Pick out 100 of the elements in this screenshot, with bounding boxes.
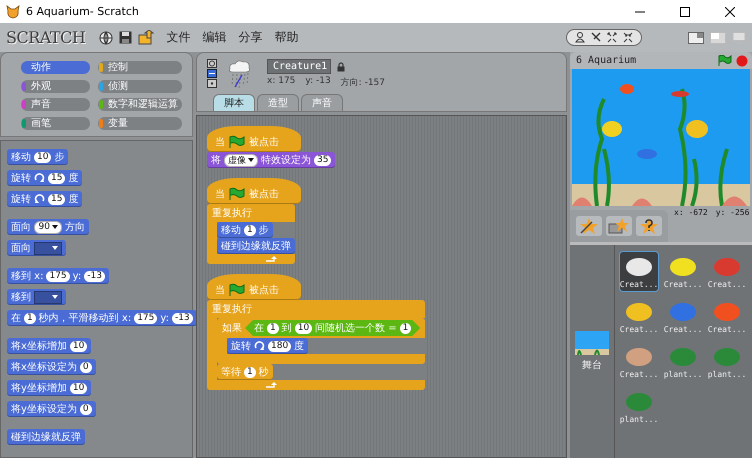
menu-item[interactable]: 分享 [238,29,262,46]
maximize-icon[interactable] [680,6,690,16]
code-block[interactable]: 旋转 15 度 [7,191,82,207]
rotate-right-icon [34,173,45,183]
menu-item[interactable]: 文件 [166,29,190,46]
block-text: 被点击 [249,284,279,297]
number-input[interactable]: 10 [294,322,312,334]
category-button[interactable]: 声音 [21,98,90,111]
block-text: 步 [258,224,269,237]
sprite-tile[interactable]: Creat... [707,251,747,292]
dropdown-input[interactable] [34,242,62,254]
sprite-tile[interactable]: Creat... [619,296,659,337]
menu-item[interactable]: 帮助 [274,29,298,46]
flag-icon[interactable] [718,54,732,66]
code-block[interactable]: 面向 90 方向 [7,219,89,235]
category-button[interactable]: 画笔 [21,116,90,130]
number-input[interactable]: 10 [70,382,88,394]
sprite-x: x: 175 [267,76,296,88]
block-text: 移动 [221,224,241,237]
block-text: 秒内，平滑移动到 x: [38,312,132,325]
loop-arrow-icon [265,382,277,388]
code-block[interactable]: 将 虚像 特效设定为 35 [207,152,336,168]
loop-block[interactable]: 重复执行 如果 在 1 到 10 间随机选一个数 = 1 旋转 180 度 等待 1 秒 [207,300,426,390]
code-block[interactable]: 将y坐标增加 10 [7,380,92,396]
sprite-y: y: -13 [305,76,331,88]
code-block[interactable]: 旋转 180 度 [227,338,308,354]
number-input[interactable]: 1 [400,322,412,334]
loop-block[interactable]: 重复执行 移动 1 步 碰到边缘就反弹 [207,204,295,264]
number-input[interactable]: 0 [80,404,92,414]
sprite-tile[interactable]: Creat... [707,296,747,337]
category-button[interactable]: 外观 [21,80,90,92]
code-block[interactable]: 等待 1 秒 [217,364,273,380]
lock-icon[interactable] [337,62,345,72]
number-input[interactable]: 1 [244,224,256,236]
number-input[interactable]: -13 [172,312,193,324]
sprite-tile[interactable]: Creat... [663,296,703,337]
sprite-tile[interactable]: plant... [707,341,747,382]
category-button[interactable]: 控制 [98,61,182,74]
code-block[interactable]: 碰到边缘就反弹 [217,238,295,254]
person-icon[interactable] [575,32,585,43]
sprite-tile[interactable]: Creat... [663,251,703,292]
number-input[interactable]: 15 [48,194,66,204]
block-text: 秒 [258,366,269,379]
scratch-logo: SCRATCH [6,28,86,47]
number-input[interactable]: 35 [314,154,332,166]
code-block[interactable]: 将x坐标增加 10 [7,338,92,354]
flip-style-icon[interactable] [207,69,217,78]
number-input[interactable]: 175 [134,312,158,324]
menu-item[interactable]: 编辑 [202,29,226,46]
share-icon[interactable] [138,30,154,45]
shrink-icon[interactable] [623,32,633,43]
dropdown-input[interactable]: 90 [34,220,62,234]
number-input[interactable]: 175 [46,270,70,282]
number-input[interactable]: 0 [80,362,92,372]
number-input[interactable]: 180 [268,340,292,352]
if-block[interactable]: 如果 在 1 到 10 间随机选一个数 = 1 旋转 180 度 [217,318,426,364]
globe-icon[interactable] [99,30,114,44]
sprite-name-field[interactable]: Creature1 [267,59,331,74]
grow-icon[interactable] [607,32,617,43]
code-block[interactable]: 移到 x: 175 y: -13 [7,268,109,284]
code-block[interactable]: 移动 10 步 [7,149,68,165]
code-block[interactable]: 移动 1 步 [217,222,273,238]
rotate-left-icon [34,194,45,204]
save-icon[interactable] [119,31,132,44]
number-input[interactable]: 1 [244,366,256,378]
tab[interactable]: 脚本 [213,94,255,111]
code-block[interactable]: 碰到边缘就反弹 [7,429,85,445]
layout-icon[interactable] [688,32,704,44]
code-block[interactable]: 旋转 15 度 [7,170,82,186]
dropdown-input[interactable]: 虚像 [224,154,258,166]
close-icon[interactable] [725,6,735,16]
category-button[interactable]: 变量 [98,116,182,130]
block-text: 旋转 [11,192,31,206]
loop-arrow-icon [265,256,277,262]
number-input[interactable]: 15 [48,172,66,184]
code-block[interactable]: 将y坐标设定为 0 [7,401,96,417]
sprite-tile[interactable]: plant... [619,386,659,427]
category-button[interactable]: 数字和逻辑运算 [98,98,182,111]
category-button[interactable]: 侦测 [98,80,182,92]
mouse-x: x: -672 [674,208,708,217]
sprite-tile[interactable]: plant... [663,341,703,382]
code-block[interactable]: 面向 [7,240,66,256]
block-text: 被点击 [249,188,279,201]
code-block[interactable]: 在 1 秒内，平滑移动到 x: 175 y: -13 [7,310,197,326]
number-input[interactable]: 1 [267,322,279,334]
sprite-tile[interactable]: Creat... [619,341,659,382]
code-block[interactable]: 移到 [7,289,66,305]
category-button[interactable]: 动作 [21,61,90,74]
number-input[interactable]: 10 [70,340,88,352]
no-rotate-icon[interactable] [207,79,217,88]
dropdown-input[interactable] [34,290,62,304]
code-block[interactable]: 将x坐标设定为 0 [7,359,96,375]
number-input[interactable]: 10 [34,152,52,162]
number-input[interactable]: -13 [84,270,105,282]
block-text: 如果 [222,322,242,335]
stage-thumbnail[interactable] [575,331,609,355]
sprite-tile[interactable]: Creat... [619,251,659,292]
rotate-style-icon[interactable] [207,59,217,68]
condition-block[interactable]: 在 1 到 10 间随机选一个数 = 1 [245,320,420,336]
number-input[interactable]: 1 [24,312,36,324]
